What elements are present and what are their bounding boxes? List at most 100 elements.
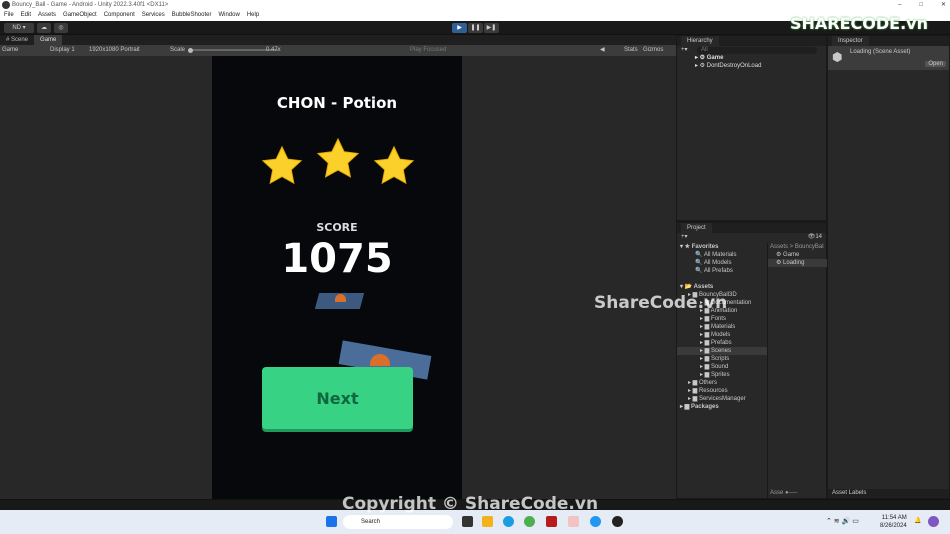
project-files: Assets > BouncyBal ⚙ Game ⚙ Loading Asse…	[767, 243, 827, 498]
file-loading[interactable]: ⚙ Loading	[768, 259, 827, 267]
scale-slider-handle[interactable]	[188, 48, 193, 53]
hierarchy-item-game[interactable]: ▸ ⚙ Game	[677, 54, 826, 62]
app-icon[interactable]	[568, 516, 579, 527]
cloud-icon[interactable]: ☁	[37, 23, 51, 33]
tray-icons[interactable]: ⌃ ≋ 🔊 ▭	[826, 517, 859, 525]
menu-component[interactable]: Component	[104, 10, 135, 21]
favorite-item[interactable]: 🔍 All Prefabs	[677, 267, 767, 275]
account-dropdown[interactable]: ND ▾	[4, 23, 34, 33]
scale-label: Scale	[170, 47, 186, 53]
hierarchy-tab[interactable]: Hierarchy	[681, 36, 719, 46]
file-explorer-icon[interactable]	[482, 516, 493, 527]
open-button[interactable]: Open	[925, 61, 946, 67]
folder-fonts[interactable]: ▸ ▆ Fonts	[677, 315, 767, 323]
tab-game[interactable]: Game	[34, 35, 63, 45]
scale-value: 0.47x	[266, 47, 281, 53]
hierarchy-search[interactable]: All	[697, 47, 817, 54]
favorite-item[interactable]: 🔍 All Models	[677, 259, 767, 267]
star-icon	[316, 137, 360, 178]
inspector-panel: Inspector ⬢ Loading (Scene Asset) Open A…	[827, 35, 950, 499]
folder-sound[interactable]: ▸ ▆ Sound	[677, 363, 767, 371]
play-focused-dropdown[interactable]: Play Focused	[410, 45, 446, 56]
icon-size-slider[interactable]: Asse ●──	[770, 490, 797, 496]
stats-button[interactable]: Stats	[624, 45, 638, 56]
view-dropdown[interactable]: Game	[2, 45, 18, 56]
menu-file[interactable]: File	[4, 10, 14, 21]
close-button[interactable]: ✕	[941, 0, 946, 10]
assets-folder[interactable]: ▾ 📂 Assets	[677, 283, 767, 291]
play-button[interactable]: ▶	[452, 23, 467, 33]
hierarchy-item-dontdestroyonload[interactable]: ▸ ⚙ DontDestroyOnLoad	[677, 62, 826, 70]
file-label: Loading	[783, 260, 805, 266]
folder-documentation[interactable]: ▸ ▆ Documentation	[677, 299, 767, 307]
edge-icon[interactable]	[503, 516, 514, 527]
scene-asset-icon: ⬢	[832, 50, 843, 64]
start-icon[interactable]	[326, 516, 337, 527]
inspector-tab[interactable]: Inspector	[832, 36, 869, 46]
asset-labels[interactable]: Asset Labels	[828, 489, 949, 498]
menu-bar: File Edit Assets GameObject Component Se…	[0, 10, 950, 21]
menu-edit[interactable]: Edit	[21, 10, 31, 21]
breadcrumb[interactable]: Assets > BouncyBal	[768, 243, 827, 251]
star-icon	[261, 145, 303, 185]
menu-window[interactable]: Window	[218, 10, 239, 21]
project-panel: Project +▾ 👁14 ▾ ★ Favorites 🔍 All Materi…	[676, 222, 827, 499]
taskbar-search[interactable]: Search	[343, 515, 453, 529]
ball	[335, 294, 346, 302]
window-title: Bouncy_Ball - Game - Android - Unity 202…	[12, 2, 169, 8]
folder-others[interactable]: ▸ ▆ Others	[677, 379, 767, 387]
folder-animation[interactable]: ▸ ▆ Animation	[677, 307, 767, 315]
menu-gameobject[interactable]: GameObject	[63, 10, 97, 21]
tab-scene[interactable]: # Scene	[0, 35, 34, 45]
display-dropdown[interactable]: Display 1	[50, 45, 75, 56]
favorites-header[interactable]: ▾ ★ Favorites	[677, 243, 767, 251]
taskbar: Search ⌃ ≋ 🔊 ▭ 11:54 AM 8/26/2024 🔔	[0, 510, 950, 534]
folder-servicesmanager[interactable]: ▸ ▆ ServicesManager	[677, 395, 767, 403]
score-label: SCORE	[316, 221, 358, 234]
folder-scenes[interactable]: ▸ ▆ Scenes	[677, 347, 767, 355]
minimize-button[interactable]: –	[898, 0, 901, 10]
zalo-icon[interactable]	[590, 516, 601, 527]
step-button[interactable]: ▶❚	[484, 23, 499, 33]
packages-folder[interactable]: ▸ ▆ Packages	[677, 403, 767, 411]
add-button[interactable]: +▾	[681, 47, 688, 53]
menu-assets[interactable]: Assets	[38, 10, 56, 21]
file-game[interactable]: ⚙ Game	[768, 251, 827, 259]
unity-icon[interactable]	[612, 516, 623, 527]
app-icon[interactable]	[546, 516, 557, 527]
app-icon[interactable]	[524, 516, 535, 527]
menu-services[interactable]: Services	[142, 10, 165, 21]
game-screen[interactable]: CHON - Potion SCORE 1075 Next	[212, 56, 462, 499]
favorite-item[interactable]: 🔍 All Materials	[677, 251, 767, 259]
folder-models[interactable]: ▸ ▆ Models	[677, 331, 767, 339]
inspector-asset-name: Loading (Scene Asset)	[850, 49, 911, 55]
star-icon	[373, 145, 415, 185]
resolution-dropdown[interactable]: 1920x1080 Portrait	[89, 45, 140, 56]
unity-logo-icon	[2, 1, 10, 9]
menu-help[interactable]: Help	[247, 10, 259, 21]
project-tab[interactable]: Project	[681, 223, 712, 233]
hidden-count[interactable]: 👁14	[808, 233, 822, 241]
maximize-button[interactable]: □	[919, 0, 923, 10]
folder-prefabs[interactable]: ▸ ▆ Prefabs	[677, 339, 767, 347]
main-toolbar: ND ▾ ☁ ◎ ▶ ❚❚ ▶❚	[0, 21, 950, 35]
folder-materials[interactable]: ▸ ▆ Materials	[677, 323, 767, 331]
folder-scripts[interactable]: ▸ ▆ Scripts	[677, 355, 767, 363]
scale-slider[interactable]	[188, 49, 278, 51]
folder-bouncyball3d[interactable]: ▸ ▆ BouncyBall3D	[677, 291, 767, 299]
menu-bubbleshooter[interactable]: BubbleShooter	[172, 10, 212, 21]
next-button[interactable]: Next	[262, 367, 413, 429]
level-title: CHON - Potion	[276, 94, 398, 112]
mute-icon[interactable]: ◀	[600, 45, 605, 56]
folder-resources[interactable]: ▸ ▆ Resources	[677, 387, 767, 395]
pause-button[interactable]: ❚❚	[468, 23, 483, 33]
game-toolbar: Game Display 1 1920x1080 Portrait Scale …	[0, 45, 676, 56]
clock[interactable]: 11:54 AM 8/26/2024	[880, 514, 907, 530]
notification-icon[interactable]: 🔔	[914, 517, 921, 524]
copilot-icon[interactable]	[928, 516, 939, 527]
folder-sprites[interactable]: ▸ ▆ Sprites	[677, 371, 767, 379]
services-icon[interactable]: ◎	[54, 23, 68, 33]
task-view-icon[interactable]	[462, 516, 473, 527]
gizmos-dropdown[interactable]: Gizmos	[643, 45, 663, 56]
